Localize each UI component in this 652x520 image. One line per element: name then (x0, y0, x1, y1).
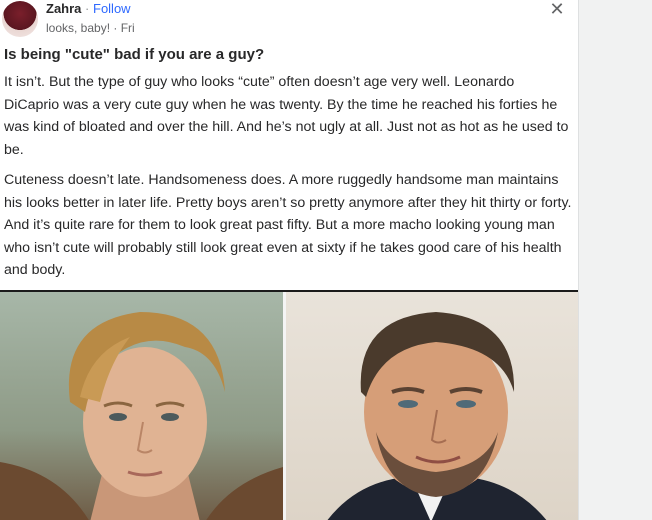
photo-young-man (0, 292, 283, 520)
avatar[interactable] (2, 1, 38, 37)
author-line: Zahra · Follow (46, 1, 131, 17)
answer-card: Zahra · Follow looks, baby! · Fri ✕ Is b… (0, 0, 579, 520)
author-credential: looks, baby! · Fri (46, 21, 135, 35)
answer-image[interactable] (0, 290, 578, 520)
question-title[interactable]: Is being "cute" bad if you are a guy? (4, 45, 264, 65)
separator-dot: · (85, 1, 90, 16)
post-header: Zahra · Follow looks, baby! · Fri ✕ (0, 0, 578, 40)
photo-older-man (286, 292, 578, 520)
answer-paragraph-1: It isn’t. But the type of guy who looks … (4, 74, 569, 158)
follow-button[interactable]: Follow (93, 1, 131, 16)
close-icon[interactable]: ✕ (546, 0, 568, 18)
answer-paragraph-2: Cuteness doesn’t late. Handsomeness does… (4, 172, 572, 278)
author-name[interactable]: Zahra (46, 1, 81, 16)
